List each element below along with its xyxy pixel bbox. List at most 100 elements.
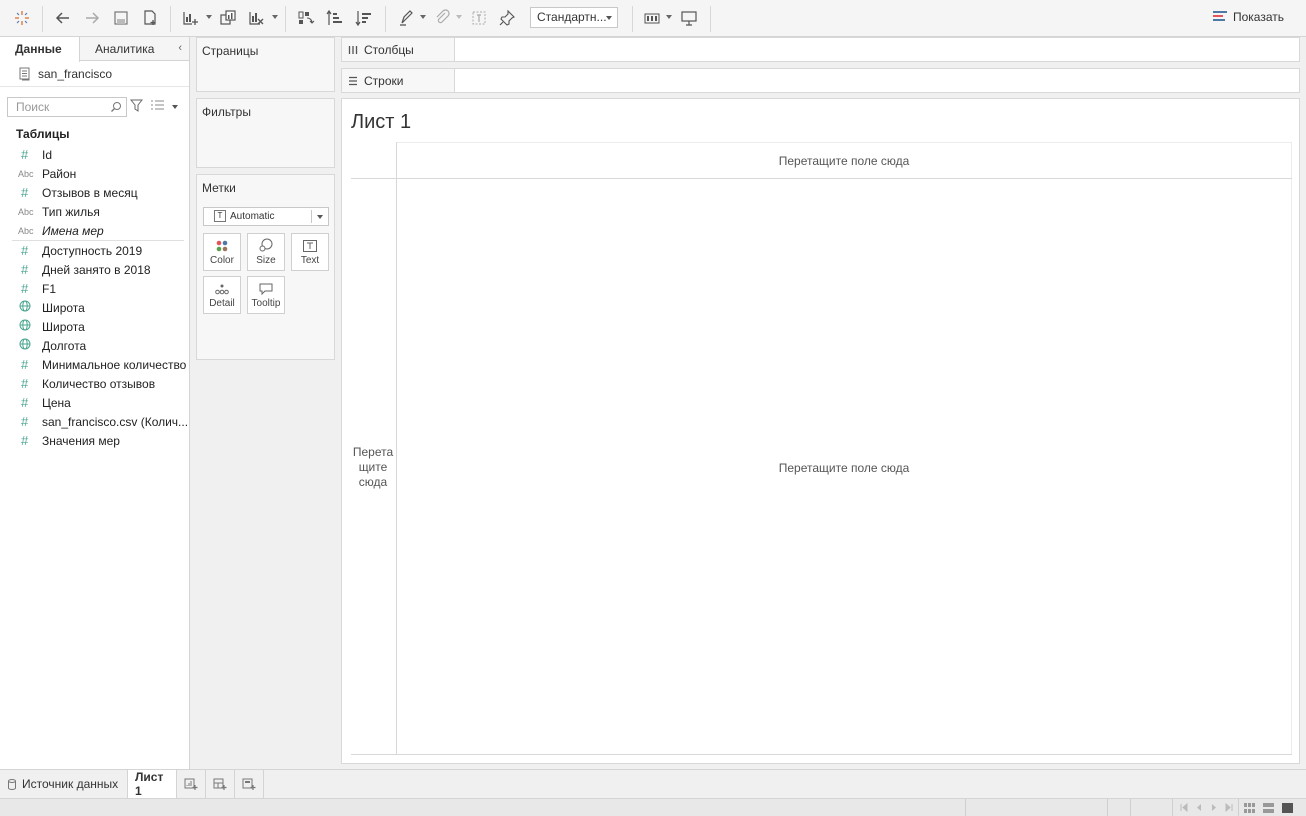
show-tabs-icon[interactable] [1282,803,1293,813]
new-dashboard-button[interactable] [206,770,235,798]
tooltip-button[interactable]: Tooltip [247,276,285,314]
filters-card[interactable]: Фильтры [196,98,335,168]
tab-sheet-1[interactable]: Лист 1 [127,770,177,798]
filter-icon[interactable] [130,99,143,112]
string-icon: Abc [18,206,34,217]
string-icon: Abc [18,225,34,236]
clear-sheet-caret-icon[interactable] [272,15,278,19]
last-sheet-icon[interactable] [1225,803,1233,812]
field-item[interactable]: # Отзывов в месяц [0,183,190,202]
rows-label: Строки [364,73,404,88]
group-caret-icon[interactable] [456,15,462,19]
data-pane-tabs: Данные Аналитика ‹ [0,37,189,62]
text-button[interactable]: Text [291,233,329,271]
save-icon[interactable] [110,7,132,29]
tab-analytics-label: Аналитика [95,42,155,56]
field-item[interactable]: Широта [0,317,190,336]
new-worksheet-icon [184,778,198,790]
group-members-icon[interactable] [431,7,453,29]
database-icon [8,778,16,790]
field-item[interactable]: Широта [0,298,190,317]
new-datasource-icon[interactable] [139,7,161,29]
field-label: Широта [42,300,85,315]
search-input[interactable]: Поиск [7,97,127,117]
show-filmstrip-icon[interactable] [1244,803,1255,813]
pages-card[interactable]: Страницы [196,37,335,92]
show-sheet-sorter-icon[interactable] [1263,803,1274,813]
mark-type-select[interactable]: T Automatic [203,207,329,226]
field-item[interactable]: # Цена [0,393,190,412]
status-divider [1238,799,1239,816]
pin-icon[interactable] [496,7,518,29]
drop-field-rows[interactable]: Перета щите сюда [351,445,395,490]
field-item[interactable]: # Id [0,145,190,164]
new-worksheet-caret-icon[interactable] [206,15,212,19]
undo-icon[interactable] [52,7,74,29]
view-list-icon[interactable] [151,100,164,111]
new-story-button[interactable] [235,770,264,798]
field-item[interactable]: # Дней занято в 2018 [0,260,190,279]
new-dashboard-icon [213,778,227,790]
field-item[interactable]: # F1 [0,279,190,298]
fit-select[interactable]: Стандартн... [530,7,618,28]
tab-data[interactable]: Данные [0,37,80,62]
sort-descending-icon[interactable] [353,7,375,29]
presentation-mode-icon[interactable] [678,7,700,29]
previous-sheet-icon[interactable] [1195,803,1203,812]
toolbar-separator [285,6,286,32]
sort-ascending-icon[interactable] [324,7,346,29]
field-item[interactable]: Abc Имена мер [0,221,190,240]
show-cards-caret-icon[interactable] [666,15,672,19]
redo-icon[interactable] [81,7,103,29]
highlight-caret-icon[interactable] [420,15,426,19]
show-me-button[interactable]: Показать [1212,10,1284,24]
clear-sheet-icon[interactable] [245,7,267,29]
drop-zone-border [351,754,1292,755]
tableau-logo-icon[interactable] [11,7,33,29]
tables-title: Таблицы [16,127,70,141]
field-item[interactable]: # san_francisco.csv (Колич... [0,412,190,431]
toolbar-separator [710,6,711,32]
worksheet-canvas: Лист 1 Перетащите поле сюда Перета щите … [341,98,1300,764]
datasource-tab-label: Источник данных [22,777,119,791]
rows-icon [349,76,357,85]
field-label: Район [42,166,77,181]
next-sheet-icon[interactable] [1210,803,1218,812]
number-icon: # [21,147,29,162]
duplicate-sheet-icon[interactable] [217,7,239,29]
globe-icon [0,319,42,334]
drop-field-center[interactable]: Перетащите поле сюда [396,461,1292,475]
rows-shelf[interactable]: Строки [341,68,1300,93]
highlight-pen-icon[interactable] [395,7,417,29]
swap-rows-columns-icon[interactable] [295,7,317,29]
sheet-title[interactable]: Лист 1 [351,111,411,134]
size-icon [259,238,273,252]
field-item[interactable]: Abc Район [0,164,190,183]
tab-analytics[interactable]: Аналитика [80,37,160,61]
detail-button[interactable]: Detail [203,276,241,314]
tab-datasource[interactable]: Источник данных [0,770,125,798]
show-mark-labels-icon[interactable] [468,7,490,29]
field-item[interactable]: # Доступность 2019 [0,241,190,260]
globe-icon [0,300,42,315]
field-item[interactable]: Abc Тип жилья [0,202,190,221]
show-cards-icon[interactable] [641,7,663,29]
color-button[interactable]: Color [203,233,241,271]
drop-field-columns[interactable]: Перетащите поле сюда [396,154,1292,168]
field-label: Минимальное количество [42,357,187,372]
collapse-pane-icon[interactable]: ‹ [178,42,182,54]
datasource-item[interactable]: san_francisco [0,61,189,87]
field-item[interactable]: # Минимальное количество [0,355,190,374]
new-story-icon [242,778,256,790]
size-button[interactable]: Size [247,233,285,271]
new-worksheet-button[interactable] [177,770,206,798]
columns-shelf-label: Столбцы [342,38,455,61]
new-worksheet-icon[interactable] [179,7,201,29]
columns-shelf[interactable]: Столбцы [341,37,1300,62]
field-item[interactable]: # Значения мер [0,431,190,450]
first-sheet-icon[interactable] [1180,803,1188,812]
field-item[interactable]: # Количество отзывов [0,374,190,393]
view-caret-icon[interactable] [172,105,178,109]
field-item[interactable]: Долгота [0,336,190,355]
search-icon [111,102,121,112]
